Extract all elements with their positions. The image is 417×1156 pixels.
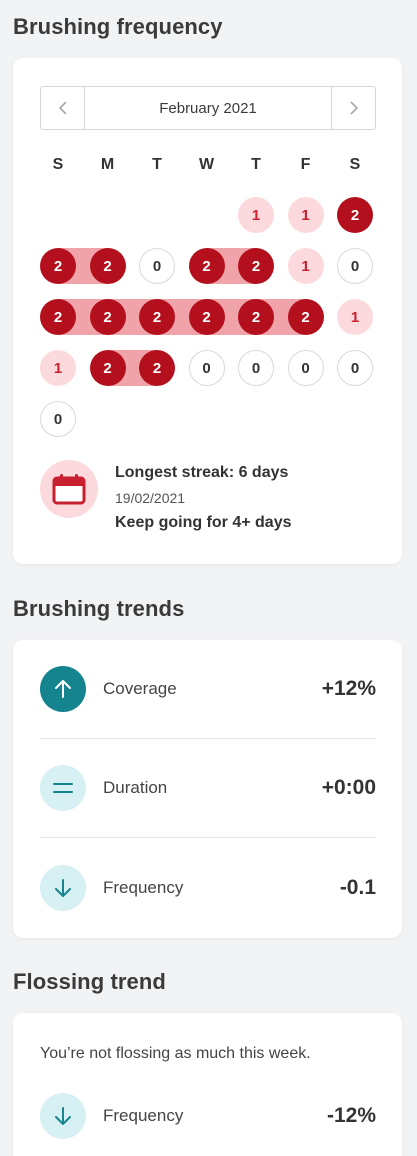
calendar-day[interactable]: 2 (238, 299, 274, 335)
calendar-day[interactable]: 0 (337, 350, 373, 386)
calendar-day[interactable]: 2 (188, 299, 225, 335)
arrow-up-icon (55, 680, 71, 698)
flossing-trend-card: You’re not flossing as much this week. F… (13, 1013, 402, 1156)
calendar-day[interactable]: 2 (188, 248, 225, 284)
calendar-day[interactable]: 0 (238, 350, 274, 386)
flossing-trend-title: Flossing trend (13, 969, 166, 994)
calendar-day[interactable]: 0 (188, 350, 225, 386)
trend-icon-badge (40, 1092, 86, 1139)
longest-streak-title: Longest streak: 6 days (115, 464, 289, 481)
streak-badge (40, 460, 98, 518)
calendar-day[interactable]: 1 (337, 299, 373, 335)
arrow-down-icon (55, 878, 71, 897)
calendar-day[interactable]: 2 (40, 248, 76, 284)
chevron-right-icon (349, 101, 358, 115)
calendar-day[interactable]: 2 (287, 299, 324, 335)
weekday-label: S (349, 156, 361, 173)
calendar-day[interactable]: 2 (337, 197, 373, 233)
calendar-day[interactable]: 2 (238, 248, 274, 284)
month-label: February 2021 (159, 99, 257, 117)
brushing-frequency-title: Brushing frequency (13, 14, 223, 39)
trend-label: Frequency (103, 1105, 184, 1125)
brushing-trends-card: Coverage +12% Duration +0:00 Frequency -… (13, 640, 402, 938)
trend-value: +0:00 (321, 776, 376, 799)
calendar-day[interactable]: 2 (89, 350, 126, 386)
next-month-button[interactable] (331, 87, 375, 129)
calendar-day[interactable]: 2 (139, 350, 175, 386)
flossing-message: You’re not flossing as much this week. (40, 1045, 311, 1062)
keep-going-text: Keep going for 4+ days (115, 514, 292, 531)
calendar-day[interactable]: 1 (287, 197, 324, 233)
longest-streak-date: 19/02/2021 (115, 490, 186, 506)
trend-row-frequency[interactable]: Frequency -0.1 (40, 838, 376, 937)
weekday-label: F (300, 156, 311, 173)
calendar-day[interactable]: 1 (238, 197, 274, 233)
month-navigator: February 2021 (40, 86, 376, 130)
calendar-day[interactable]: 0 (40, 401, 76, 437)
calendar-day[interactable]: 0 (337, 248, 373, 284)
trend-row-duration[interactable]: Duration +0:00 (40, 739, 376, 838)
calendar-day[interactable]: 1 (40, 350, 76, 386)
weekday-label: M (100, 156, 115, 173)
brushing-frequency-card: February 2021 Longest streak: 6 days 19/… (13, 58, 402, 564)
prev-month-button[interactable] (41, 87, 85, 129)
calendar-day[interactable]: 2 (40, 299, 76, 335)
calendar-day[interactable]: 1 (287, 248, 324, 284)
brushing-trends-title: Brushing trends (13, 596, 185, 621)
calendar-day[interactable]: 0 (139, 248, 175, 284)
weekday-label: T (152, 156, 162, 173)
trend-value: +12% (321, 677, 376, 700)
trend-icon-badge (40, 666, 86, 712)
calendar-day[interactable]: 0 (287, 350, 324, 386)
arrow-down-icon (55, 1106, 71, 1125)
trend-value: -0.1 (339, 875, 376, 899)
calendar-day[interactable]: 2 (139, 299, 175, 335)
trend-value: -12% (326, 1103, 376, 1127)
weekday-label: T (251, 156, 261, 173)
trend-icon-badge (40, 765, 86, 811)
floss-row-frequency[interactable]: Frequency -12% (40, 1066, 376, 1156)
calendar-day[interactable]: 2 (89, 299, 126, 335)
calendar-icon (52, 474, 86, 505)
equals-icon (53, 783, 73, 793)
chevron-left-icon (58, 101, 67, 115)
weekday-label: W (198, 156, 215, 173)
trend-label: Frequency (103, 877, 184, 897)
trend-row-coverage[interactable]: Coverage +12% (40, 640, 376, 739)
weekday-label: S (52, 156, 64, 173)
calendar-day[interactable]: 2 (89, 248, 126, 284)
trend-label: Duration (103, 778, 168, 797)
trend-label: Coverage (103, 679, 177, 698)
trend-icon-badge (40, 864, 86, 911)
